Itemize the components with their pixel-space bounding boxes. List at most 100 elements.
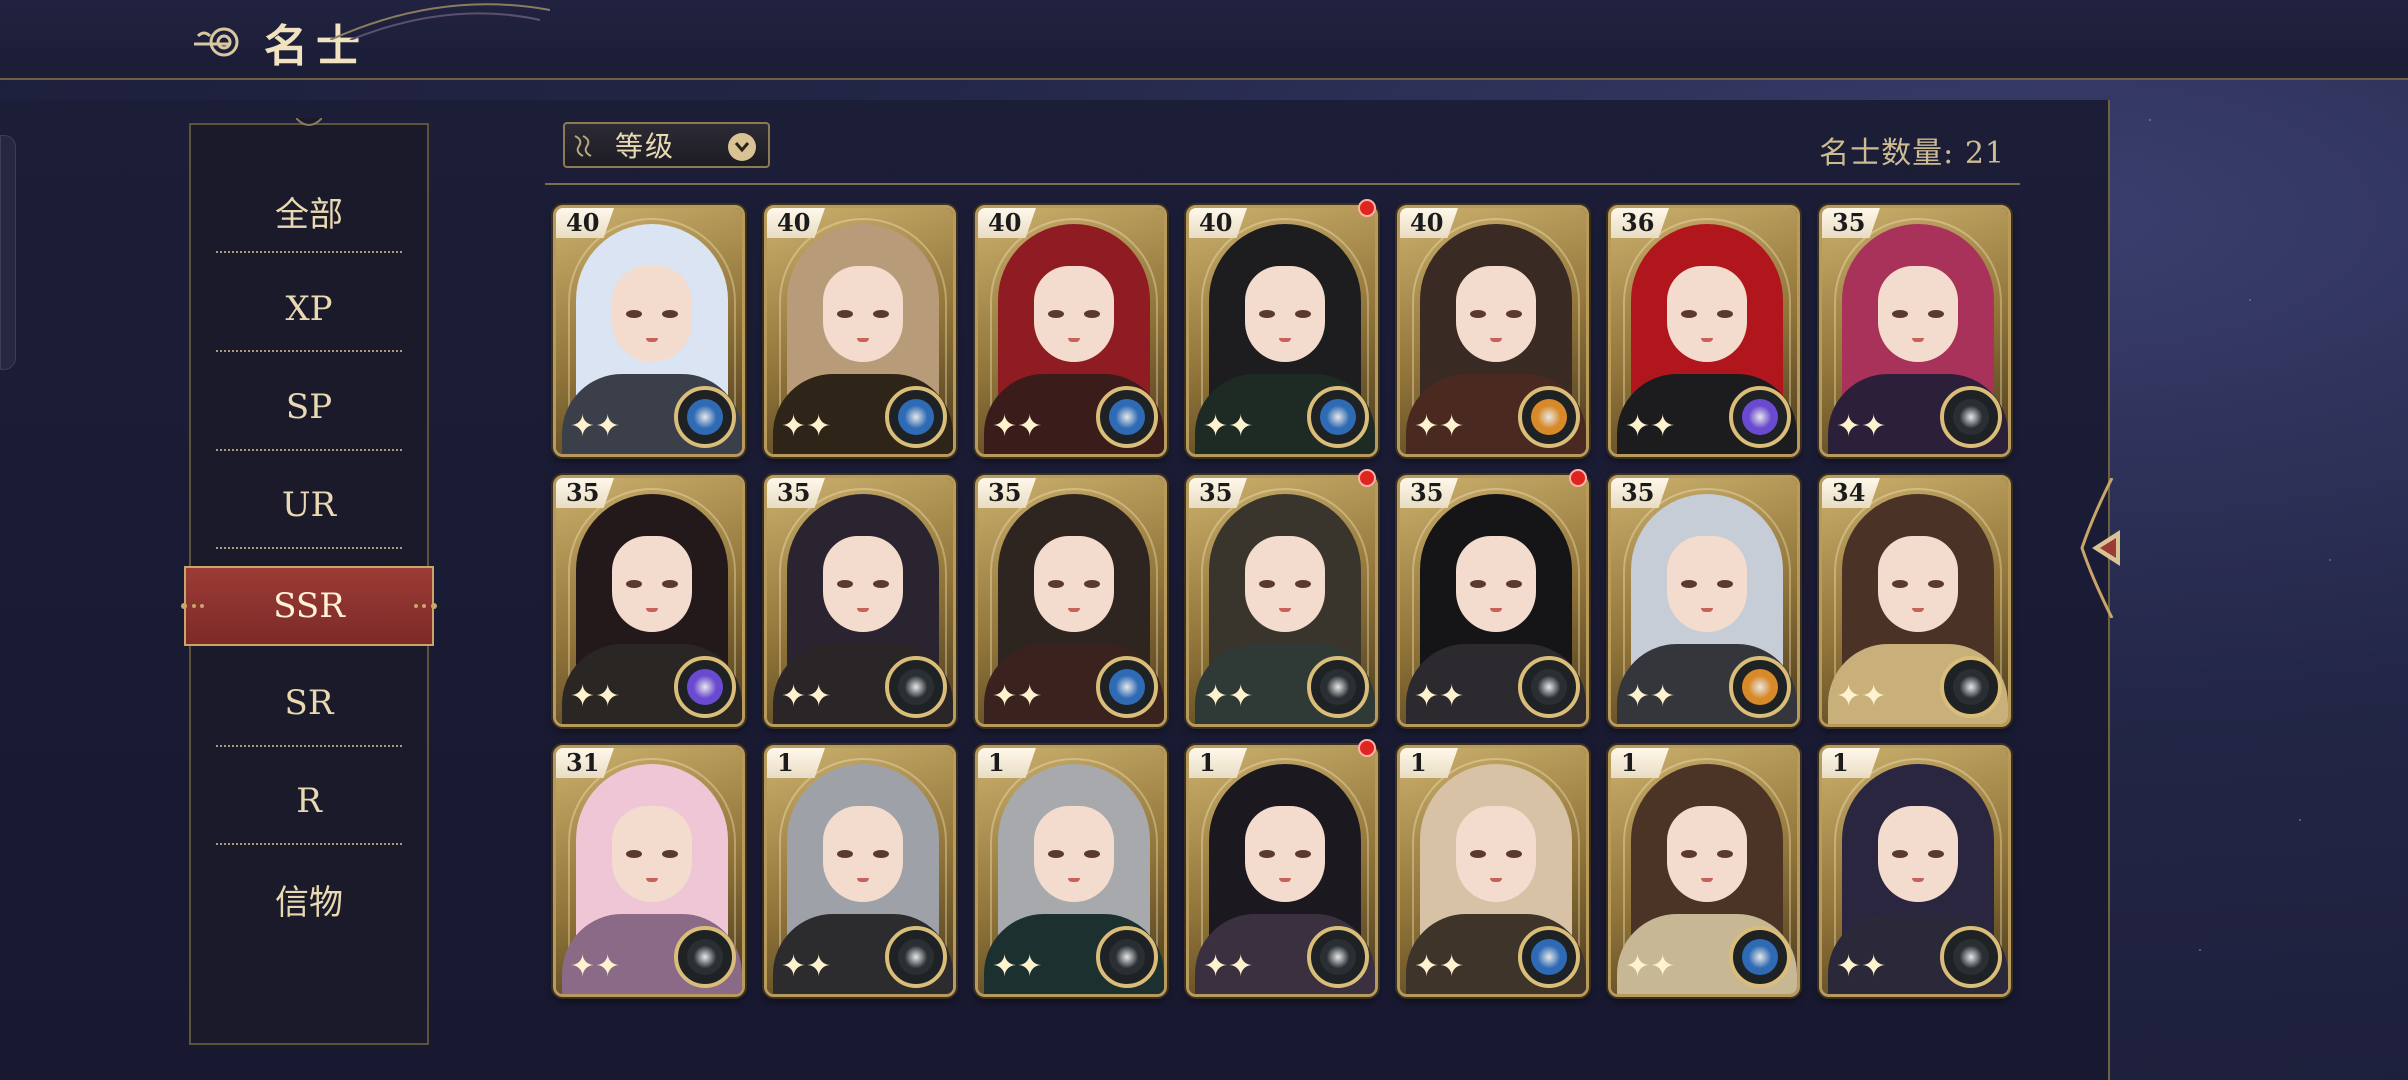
divider [216, 350, 402, 352]
portrait-face [1456, 536, 1536, 632]
side-drawer-tab[interactable] [0, 135, 16, 370]
dot-ornament-icon [414, 603, 437, 609]
sparkle-icon: ✦✦ [992, 949, 1043, 984]
eye [1259, 580, 1275, 588]
mouth [1279, 338, 1291, 342]
mouth [1068, 878, 1080, 882]
hero-card[interactable]: ✦✦ 1 [1397, 745, 1589, 997]
category-r[interactable]: R [189, 752, 429, 850]
collapse-arrow-icon[interactable] [2072, 478, 2128, 618]
hero-card[interactable]: ✦✦ 1 [975, 745, 1167, 997]
portrait-face [1245, 266, 1325, 362]
mouth [1701, 338, 1713, 342]
portrait-face [823, 806, 903, 902]
attribute-icon [1940, 656, 2002, 718]
category-all[interactable]: 全部 [189, 162, 429, 260]
hero-card[interactable]: ✦✦ 31 [553, 745, 745, 997]
eye [1892, 580, 1908, 588]
sparkle-icon: ✦✦ [781, 409, 832, 444]
hero-card[interactable]: ✦✦ 40 [553, 205, 745, 457]
eye [1048, 850, 1064, 858]
hero-card[interactable]: ✦✦ 40 [975, 205, 1167, 457]
hero-card[interactable]: ✦✦ 35 [553, 475, 745, 727]
sparkle-icon: ✦✦ [1836, 949, 1887, 984]
eye [626, 310, 642, 318]
category-ssr[interactable]: SSR [181, 566, 437, 646]
category-xp[interactable]: XP [189, 260, 429, 358]
attribute-icon [1096, 386, 1158, 448]
mouth [1279, 878, 1291, 882]
eye [1084, 580, 1100, 588]
category-sr[interactable]: SR [189, 654, 429, 752]
sparkle-icon: ✦✦ [1625, 679, 1676, 714]
eye [1295, 310, 1311, 318]
sparkle-icon: ✦✦ [1203, 949, 1254, 984]
sparkle-icon: ✦✦ [992, 409, 1043, 444]
portrait-face [612, 266, 692, 362]
hero-card[interactable]: ✦✦ 40 [1397, 205, 1589, 457]
notification-dot [1358, 199, 1376, 217]
category-label: XP [285, 289, 333, 329]
portrait-face [1878, 266, 1958, 362]
portrait-face [1667, 536, 1747, 632]
hero-card[interactable]: ✦✦ 34 [1819, 475, 2011, 727]
hero-card[interactable]: ✦✦ 35 [1186, 475, 1378, 727]
cloud-swirl-icon [194, 27, 239, 57]
sparkle-icon: ✦✦ [1836, 409, 1887, 444]
hero-card[interactable]: ✦✦ 1 [1819, 745, 2011, 997]
sparkle-icon: ✦✦ [781, 679, 832, 714]
portrait-face [1878, 536, 1958, 632]
hero-card[interactable]: ✦✦ 35 [764, 475, 956, 727]
sort-dropdown[interactable]: 等级 [563, 122, 770, 168]
portrait-face [1667, 266, 1747, 362]
eye [1681, 580, 1697, 588]
portrait-face [823, 536, 903, 632]
attribute-icon [674, 926, 736, 988]
portrait-face [1456, 806, 1536, 902]
divider [216, 843, 402, 845]
mouth [646, 608, 658, 612]
eye [1259, 850, 1275, 858]
category-ur[interactable]: UR [189, 456, 429, 554]
eye [626, 580, 642, 588]
category-label: SR [284, 683, 334, 723]
divider [545, 183, 2020, 185]
category-sp[interactable]: SP [189, 358, 429, 456]
notification-dot [1569, 469, 1587, 487]
sparkle-icon: ✦✦ [1203, 409, 1254, 444]
eye [662, 850, 678, 858]
hero-card[interactable]: ✦✦ 1 [764, 745, 956, 997]
divider [216, 745, 402, 747]
portrait-face [612, 806, 692, 902]
cloud-ornament-icon [574, 135, 592, 157]
eye [1295, 580, 1311, 588]
attribute-icon [885, 926, 947, 988]
hero-card[interactable]: ✦✦ 35 [975, 475, 1167, 727]
hero-card[interactable]: ✦✦ 40 [1186, 205, 1378, 457]
sort-label: 等级 [615, 130, 676, 163]
hero-card[interactable]: ✦✦ 35 [1397, 475, 1589, 727]
mouth [1912, 878, 1924, 882]
hero-card[interactable]: ✦✦ 40 [764, 205, 956, 457]
sparkle-icon: ✦✦ [1836, 679, 1887, 714]
notification-dot [1358, 739, 1376, 757]
eye [837, 580, 853, 588]
hero-card[interactable]: ✦✦ 36 [1608, 205, 1800, 457]
hero-card[interactable]: ✦✦ 1 [1608, 745, 1800, 997]
category-label: 信物 [275, 882, 343, 923]
eye [1506, 580, 1522, 588]
hero-card[interactable]: ✦✦ 1 [1186, 745, 1378, 997]
attribute-icon [674, 386, 736, 448]
mouth [1701, 878, 1713, 882]
attribute-icon [1518, 926, 1580, 988]
eye [1295, 850, 1311, 858]
hero-card[interactable]: ✦✦ 35 [1608, 475, 1800, 727]
eye [1892, 310, 1908, 318]
category-token[interactable]: 信物 [189, 850, 429, 948]
attribute-icon [1096, 926, 1158, 988]
hero-card[interactable]: ✦✦ 35 [1819, 205, 2011, 457]
mouth [1912, 338, 1924, 342]
mouth [857, 338, 869, 342]
eye [873, 850, 889, 858]
eye [1470, 580, 1486, 588]
